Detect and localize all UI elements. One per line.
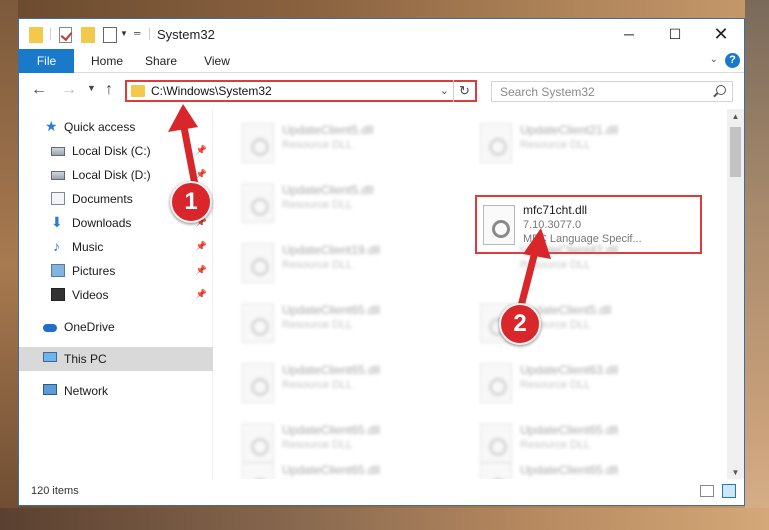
callout-arrows xyxy=(168,104,551,314)
callout-badge-2: 2 xyxy=(499,303,541,345)
arrow-2 xyxy=(516,228,551,314)
callout-badge-1: 1 xyxy=(170,181,212,223)
arrow-1 xyxy=(168,104,200,194)
